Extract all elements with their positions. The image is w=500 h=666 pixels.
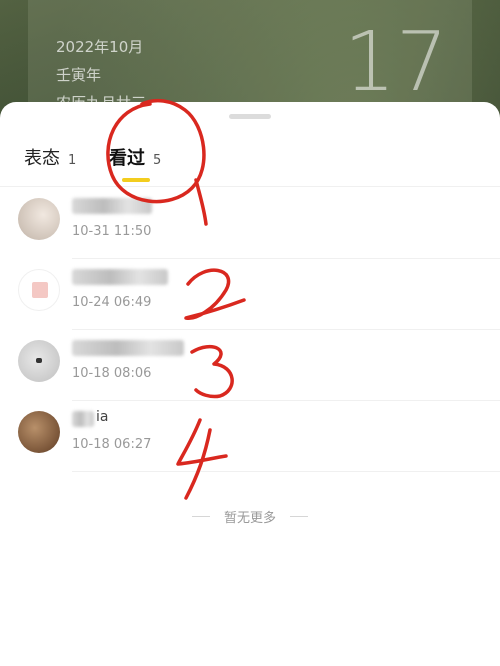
active-tab-indicator — [122, 178, 150, 182]
tabs-divider — [0, 186, 500, 187]
username-blurred — [72, 198, 152, 214]
tab-count: 5 — [153, 153, 162, 168]
viewers-list: 10-31 11:50 10-24 06:49 10-18 08:06 ia 1… — [0, 188, 500, 472]
tab-label: 表态 — [24, 148, 60, 169]
avatar[interactable] — [18, 411, 60, 453]
tab-viewed[interactable]: 看过 5 — [109, 144, 161, 170]
calendar-month: 2022年10月 — [56, 38, 144, 56]
tab-reactions[interactable]: 表态 1 — [24, 144, 76, 170]
tab-count: 1 — [68, 153, 77, 168]
gift-icon — [32, 282, 48, 298]
calendar-year-ganzhi: 壬寅年 — [56, 66, 102, 84]
username-blurred — [72, 411, 94, 427]
list-item[interactable]: 10-31 11:50 — [0, 188, 500, 259]
username-blurred — [72, 269, 168, 285]
view-time: 10-18 08:06 — [72, 366, 152, 381]
view-time: 10-31 11:50 — [72, 224, 152, 239]
tab-bar: 表态 1 看过 5 — [0, 144, 500, 184]
calendar-day-number: 17 — [343, 15, 448, 110]
sheet-drag-handle[interactable] — [229, 114, 271, 119]
row-divider — [72, 471, 500, 472]
view-time: 10-24 06:49 — [72, 295, 152, 310]
footer-line-right — [290, 515, 308, 517]
view-time: 10-18 06:27 — [72, 437, 152, 452]
list-item[interactable]: 10-24 06:49 — [0, 259, 500, 330]
list-item[interactable]: 10-18 08:06 — [0, 330, 500, 401]
list-item[interactable]: ia 10-18 06:27 — [0, 401, 500, 472]
tab-label: 看过 — [109, 148, 145, 169]
viewers-bottom-sheet: 表态 1 看过 5 10-31 11:50 10-24 06:49 10-18 … — [0, 102, 500, 666]
username-blurred — [72, 340, 184, 356]
avatar[interactable] — [18, 269, 60, 311]
footer-text: 暂无更多 — [223, 510, 276, 526]
avatar[interactable] — [18, 340, 60, 382]
username-partial: ia — [96, 409, 109, 425]
avatar[interactable] — [18, 198, 60, 240]
end-of-list-footer: 暂无更多 — [0, 506, 500, 526]
footer-line-left — [191, 515, 210, 517]
avatar-mark — [36, 358, 42, 363]
